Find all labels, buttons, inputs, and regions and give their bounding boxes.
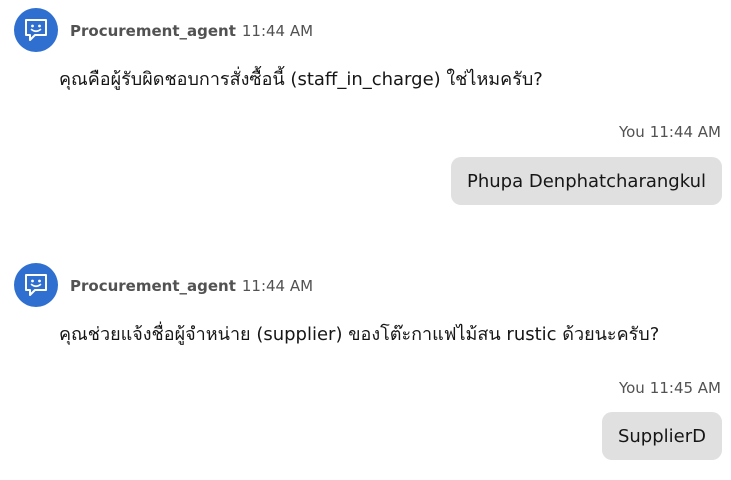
sender-name: You — [618, 123, 645, 141]
user-message-bubble: SupplierD — [601, 412, 722, 460]
sender-name: Procurement_agent — [70, 277, 236, 295]
message-time: 11:44 AM — [649, 123, 721, 141]
message-header: You 11:45 AM — [619, 379, 721, 397]
agent-avatar — [14, 8, 58, 52]
agent-message: คุณช่วยแจ้งชื่อผู้จำหน่าย (supplier) ของ… — [59, 324, 660, 345]
user-message-bubble: Phupa Denphatcharangkul — [451, 157, 722, 205]
message-time: 11:44 AM — [241, 22, 314, 40]
message-header: You 11:44 AM — [619, 123, 721, 141]
user-message: SupplierD — [617, 425, 706, 447]
message-header: Procurement_agent 11:44 AM — [70, 277, 313, 295]
user-message: Phupa Denphatcharangkul — [467, 170, 706, 192]
message-time: 11:44 AM — [241, 277, 314, 295]
chat-bot-icon — [25, 274, 47, 296]
sender-name: You — [618, 379, 645, 397]
message-header: Procurement_agent 11:44 AM — [70, 22, 313, 40]
message-time: 11:45 AM — [649, 379, 721, 397]
chat-bot-icon — [25, 19, 47, 41]
agent-avatar — [14, 263, 58, 307]
sender-name: Procurement_agent — [70, 22, 236, 40]
agent-message: คุณคือผู้รับผิดชอบการสั่งซื้อนี้ (staff_… — [59, 69, 543, 90]
